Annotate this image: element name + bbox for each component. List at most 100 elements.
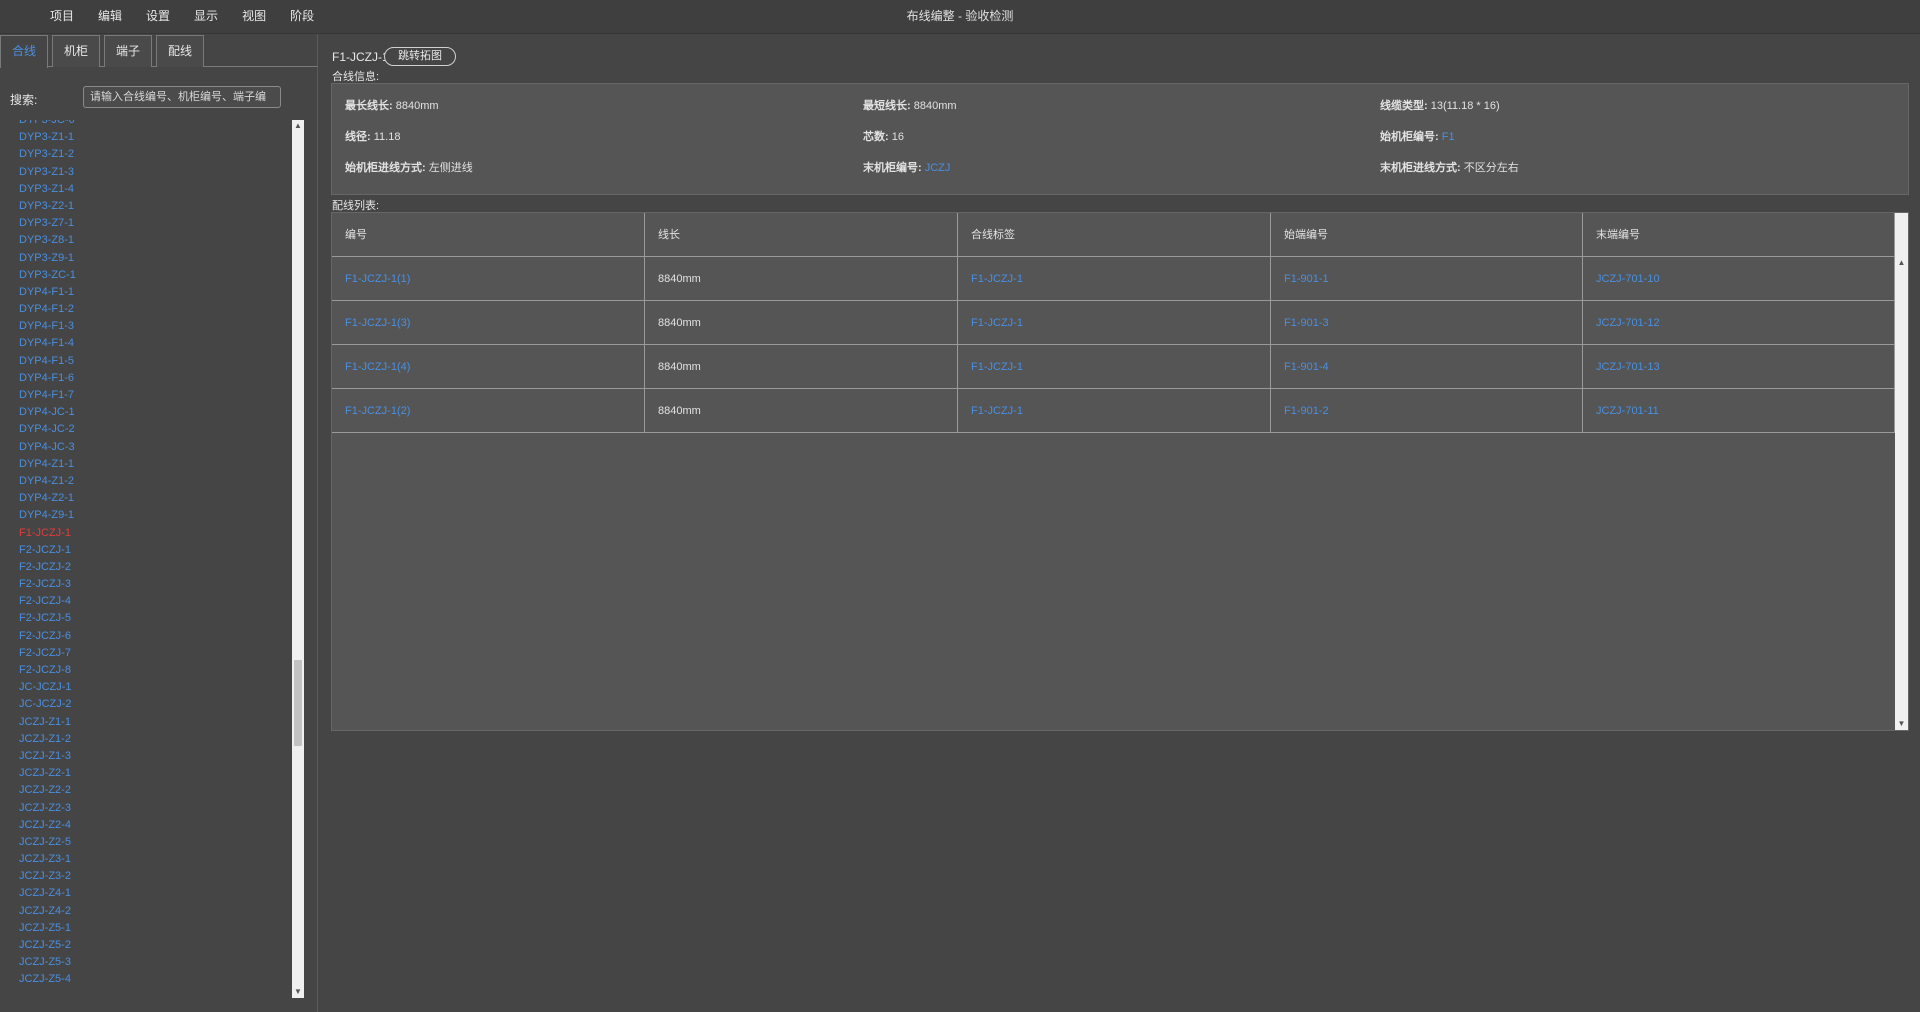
list-item[interactable]: DYP4-F1-5 bbox=[10, 353, 290, 370]
cell-cable-label[interactable]: F1-JCZJ-1 bbox=[958, 389, 1271, 433]
list-item[interactable]: JCZJ-Z5-3 bbox=[10, 954, 290, 971]
menu-settings[interactable]: 设置 bbox=[134, 0, 182, 34]
list-item[interactable]: DYP4-JC-1 bbox=[10, 404, 290, 421]
menu-edit[interactable]: 编辑 bbox=[86, 0, 134, 34]
list-item[interactable]: JCZJ-Z5-2 bbox=[10, 937, 290, 954]
list-item[interactable]: JC-JCZJ-2 bbox=[10, 696, 290, 713]
list-item[interactable]: F2-JCZJ-2 bbox=[10, 559, 290, 576]
list-item[interactable]: F2-JCZJ-4 bbox=[10, 593, 290, 610]
cell-end-id[interactable]: JCZJ-701-13 bbox=[1583, 345, 1895, 389]
list-item[interactable]: DYP3-Z1-4 bbox=[10, 181, 290, 198]
column-header-length[interactable]: 线长 bbox=[645, 213, 958, 257]
list-item[interactable]: DYP4-Z2-1 bbox=[10, 490, 290, 507]
menu-view[interactable]: 视图 bbox=[230, 0, 278, 34]
table-row[interactable]: F1-JCZJ-1(3) 8840mm F1-JCZJ-1 F1-901-3 J… bbox=[332, 301, 1895, 345]
scroll-up-icon[interactable]: ▲ bbox=[292, 120, 304, 132]
table-row[interactable]: F1-JCZJ-1(2) 8840mm F1-JCZJ-1 F1-901-2 J… bbox=[332, 389, 1895, 433]
list-item[interactable]: DYP3-Z1-3 bbox=[10, 164, 290, 181]
column-header-id[interactable]: 编号 bbox=[332, 213, 645, 257]
scroll-down-icon[interactable]: ▼ bbox=[1895, 718, 1908, 730]
list-item[interactable]: DYP4-F1-2 bbox=[10, 301, 290, 318]
list-item[interactable]: JCZJ-Z5-4 bbox=[10, 971, 290, 988]
column-header-cable-label[interactable]: 合线标签 bbox=[958, 213, 1271, 257]
list-item[interactable]: DYP4-F1-7 bbox=[10, 387, 290, 404]
list-item[interactable]: JC-JCZJ-1 bbox=[10, 679, 290, 696]
tab-merged-cable[interactable]: 合线 bbox=[0, 35, 48, 68]
main-menu: 项目 编辑 设置 显示 视图 阶段 bbox=[38, 0, 326, 34]
list-item[interactable]: JCZJ-Z3-1 bbox=[10, 851, 290, 868]
list-item[interactable]: JCZJ-Z4-1 bbox=[10, 885, 290, 902]
table-row[interactable]: F1-JCZJ-1(1) 8840mm F1-JCZJ-1 F1-901-1 J… bbox=[332, 257, 1895, 301]
tab-wiring[interactable]: 配线 bbox=[156, 35, 204, 67]
list-item[interactable]: JCZJ-Z4-2 bbox=[10, 903, 290, 920]
table-row[interactable]: F1-JCZJ-1(4) 8840mm F1-JCZJ-1 F1-901-4 J… bbox=[332, 345, 1895, 389]
menu-stage[interactable]: 阶段 bbox=[278, 0, 326, 34]
list-item[interactable]: F2-JCZJ-1 bbox=[10, 542, 290, 559]
list-item[interactable]: F1-JCZJ-1 bbox=[10, 525, 290, 542]
list-item[interactable]: JCZJ-Z2-1 bbox=[10, 765, 290, 782]
column-header-start-id[interactable]: 始端编号 bbox=[1271, 213, 1583, 257]
scroll-up-icon[interactable]: ▲ bbox=[1895, 257, 1908, 269]
column-header-end-id[interactable]: 末端编号 bbox=[1583, 213, 1895, 257]
list-item[interactable]: DYP4-Z9-1 bbox=[10, 507, 290, 524]
list-item[interactable]: DYP3-Z1-2 bbox=[10, 146, 290, 163]
list-item[interactable]: DYP4-JC-2 bbox=[10, 421, 290, 438]
list-item[interactable]: F2-JCZJ-8 bbox=[10, 662, 290, 679]
list-item[interactable]: F2-JCZJ-3 bbox=[10, 576, 290, 593]
list-item[interactable]: DYP3-Z2-1 bbox=[10, 198, 290, 215]
cell-end-id[interactable]: JCZJ-701-10 bbox=[1583, 257, 1895, 301]
list-item[interactable]: F2-JCZJ-5 bbox=[10, 610, 290, 627]
list-item[interactable]: JCZJ-Z5-1 bbox=[10, 920, 290, 937]
cell-end-id[interactable]: JCZJ-701-12 bbox=[1583, 301, 1895, 345]
list-item[interactable]: DYP3-ZC-1 bbox=[10, 267, 290, 284]
list-item[interactable]: DYP4-JC-3 bbox=[10, 439, 290, 456]
list-item[interactable]: JCZJ-Z3-2 bbox=[10, 868, 290, 885]
list-item[interactable]: F2-JCZJ-7 bbox=[10, 645, 290, 662]
menu-display[interactable]: 显示 bbox=[182, 0, 230, 34]
jump-to-diagram-button[interactable]: 跳转拓图 bbox=[384, 47, 456, 66]
list-item[interactable]: DYP4-F1-6 bbox=[10, 370, 290, 387]
list-item[interactable]: DYP3-JC-6 bbox=[10, 120, 290, 129]
list-item[interactable]: DYP4-F1-3 bbox=[10, 318, 290, 335]
list-item[interactable]: JCZJ-Z1-1 bbox=[10, 714, 290, 731]
tab-terminal[interactable]: 端子 bbox=[104, 35, 152, 67]
list-item[interactable]: JCZJ-Z2-2 bbox=[10, 782, 290, 799]
list-item[interactable]: DYP4-F1-4 bbox=[10, 335, 290, 352]
list-item[interactable]: DYP4-Z1-1 bbox=[10, 456, 290, 473]
list-item[interactable]: JCZJ-Z2-3 bbox=[10, 800, 290, 817]
list-item[interactable]: DYP4-F1-1 bbox=[10, 284, 290, 301]
menu-project[interactable]: 项目 bbox=[38, 0, 86, 34]
cell-wire-id[interactable]: F1-JCZJ-1(1) bbox=[332, 257, 645, 301]
table-scrollbar[interactable]: ▲ ▼ bbox=[1895, 213, 1908, 730]
list-item[interactable]: JCZJ-Z1-2 bbox=[10, 731, 290, 748]
search-input[interactable] bbox=[83, 86, 281, 108]
list-item[interactable]: DYP3-Z9-1 bbox=[10, 250, 290, 267]
list-item[interactable]: DYP3-Z8-1 bbox=[10, 232, 290, 249]
list-item[interactable]: JCZJ-Z2-5 bbox=[10, 834, 290, 851]
cell-cable-label[interactable]: F1-JCZJ-1 bbox=[958, 301, 1271, 345]
cell-cable-label[interactable]: F1-JCZJ-1 bbox=[958, 257, 1271, 301]
list-item[interactable]: DYP4-Z1-2 bbox=[10, 473, 290, 490]
cell-start-id[interactable]: F1-901-1 bbox=[1271, 257, 1583, 301]
scroll-down-icon[interactable]: ▼ bbox=[292, 986, 304, 998]
tab-cabinet[interactable]: 机柜 bbox=[52, 35, 100, 67]
start-cabinet-link[interactable]: F1 bbox=[1442, 131, 1455, 143]
info-value: 左侧进线 bbox=[428, 162, 473, 174]
cell-start-id[interactable]: F1-901-4 bbox=[1271, 345, 1583, 389]
list-item[interactable]: JCZJ-Z1-3 bbox=[10, 748, 290, 765]
end-cabinet-link[interactable]: JCZJ bbox=[925, 162, 951, 174]
list-item[interactable]: F2-JCZJ-6 bbox=[10, 628, 290, 645]
scrollbar-thumb[interactable] bbox=[294, 660, 302, 746]
cell-wire-id[interactable]: F1-JCZJ-1(2) bbox=[332, 389, 645, 433]
cell-wire-id[interactable]: F1-JCZJ-1(4) bbox=[332, 345, 645, 389]
cell-cable-label[interactable]: F1-JCZJ-1 bbox=[958, 345, 1271, 389]
list-item[interactable]: DYP3-Z1-1 bbox=[10, 129, 290, 146]
list-scrollbar[interactable]: ▲ ▼ bbox=[292, 120, 304, 998]
cell-start-id[interactable]: F1-901-2 bbox=[1271, 389, 1583, 433]
cell-start-id[interactable]: F1-901-3 bbox=[1271, 301, 1583, 345]
list-item[interactable]: DYP3-Z7-1 bbox=[10, 215, 290, 232]
cell-end-id[interactable]: JCZJ-701-11 bbox=[1583, 389, 1895, 433]
info-key: 线径: bbox=[345, 131, 371, 143]
cell-wire-id[interactable]: F1-JCZJ-1(3) bbox=[332, 301, 645, 345]
list-item[interactable]: JCZJ-Z2-4 bbox=[10, 817, 290, 834]
